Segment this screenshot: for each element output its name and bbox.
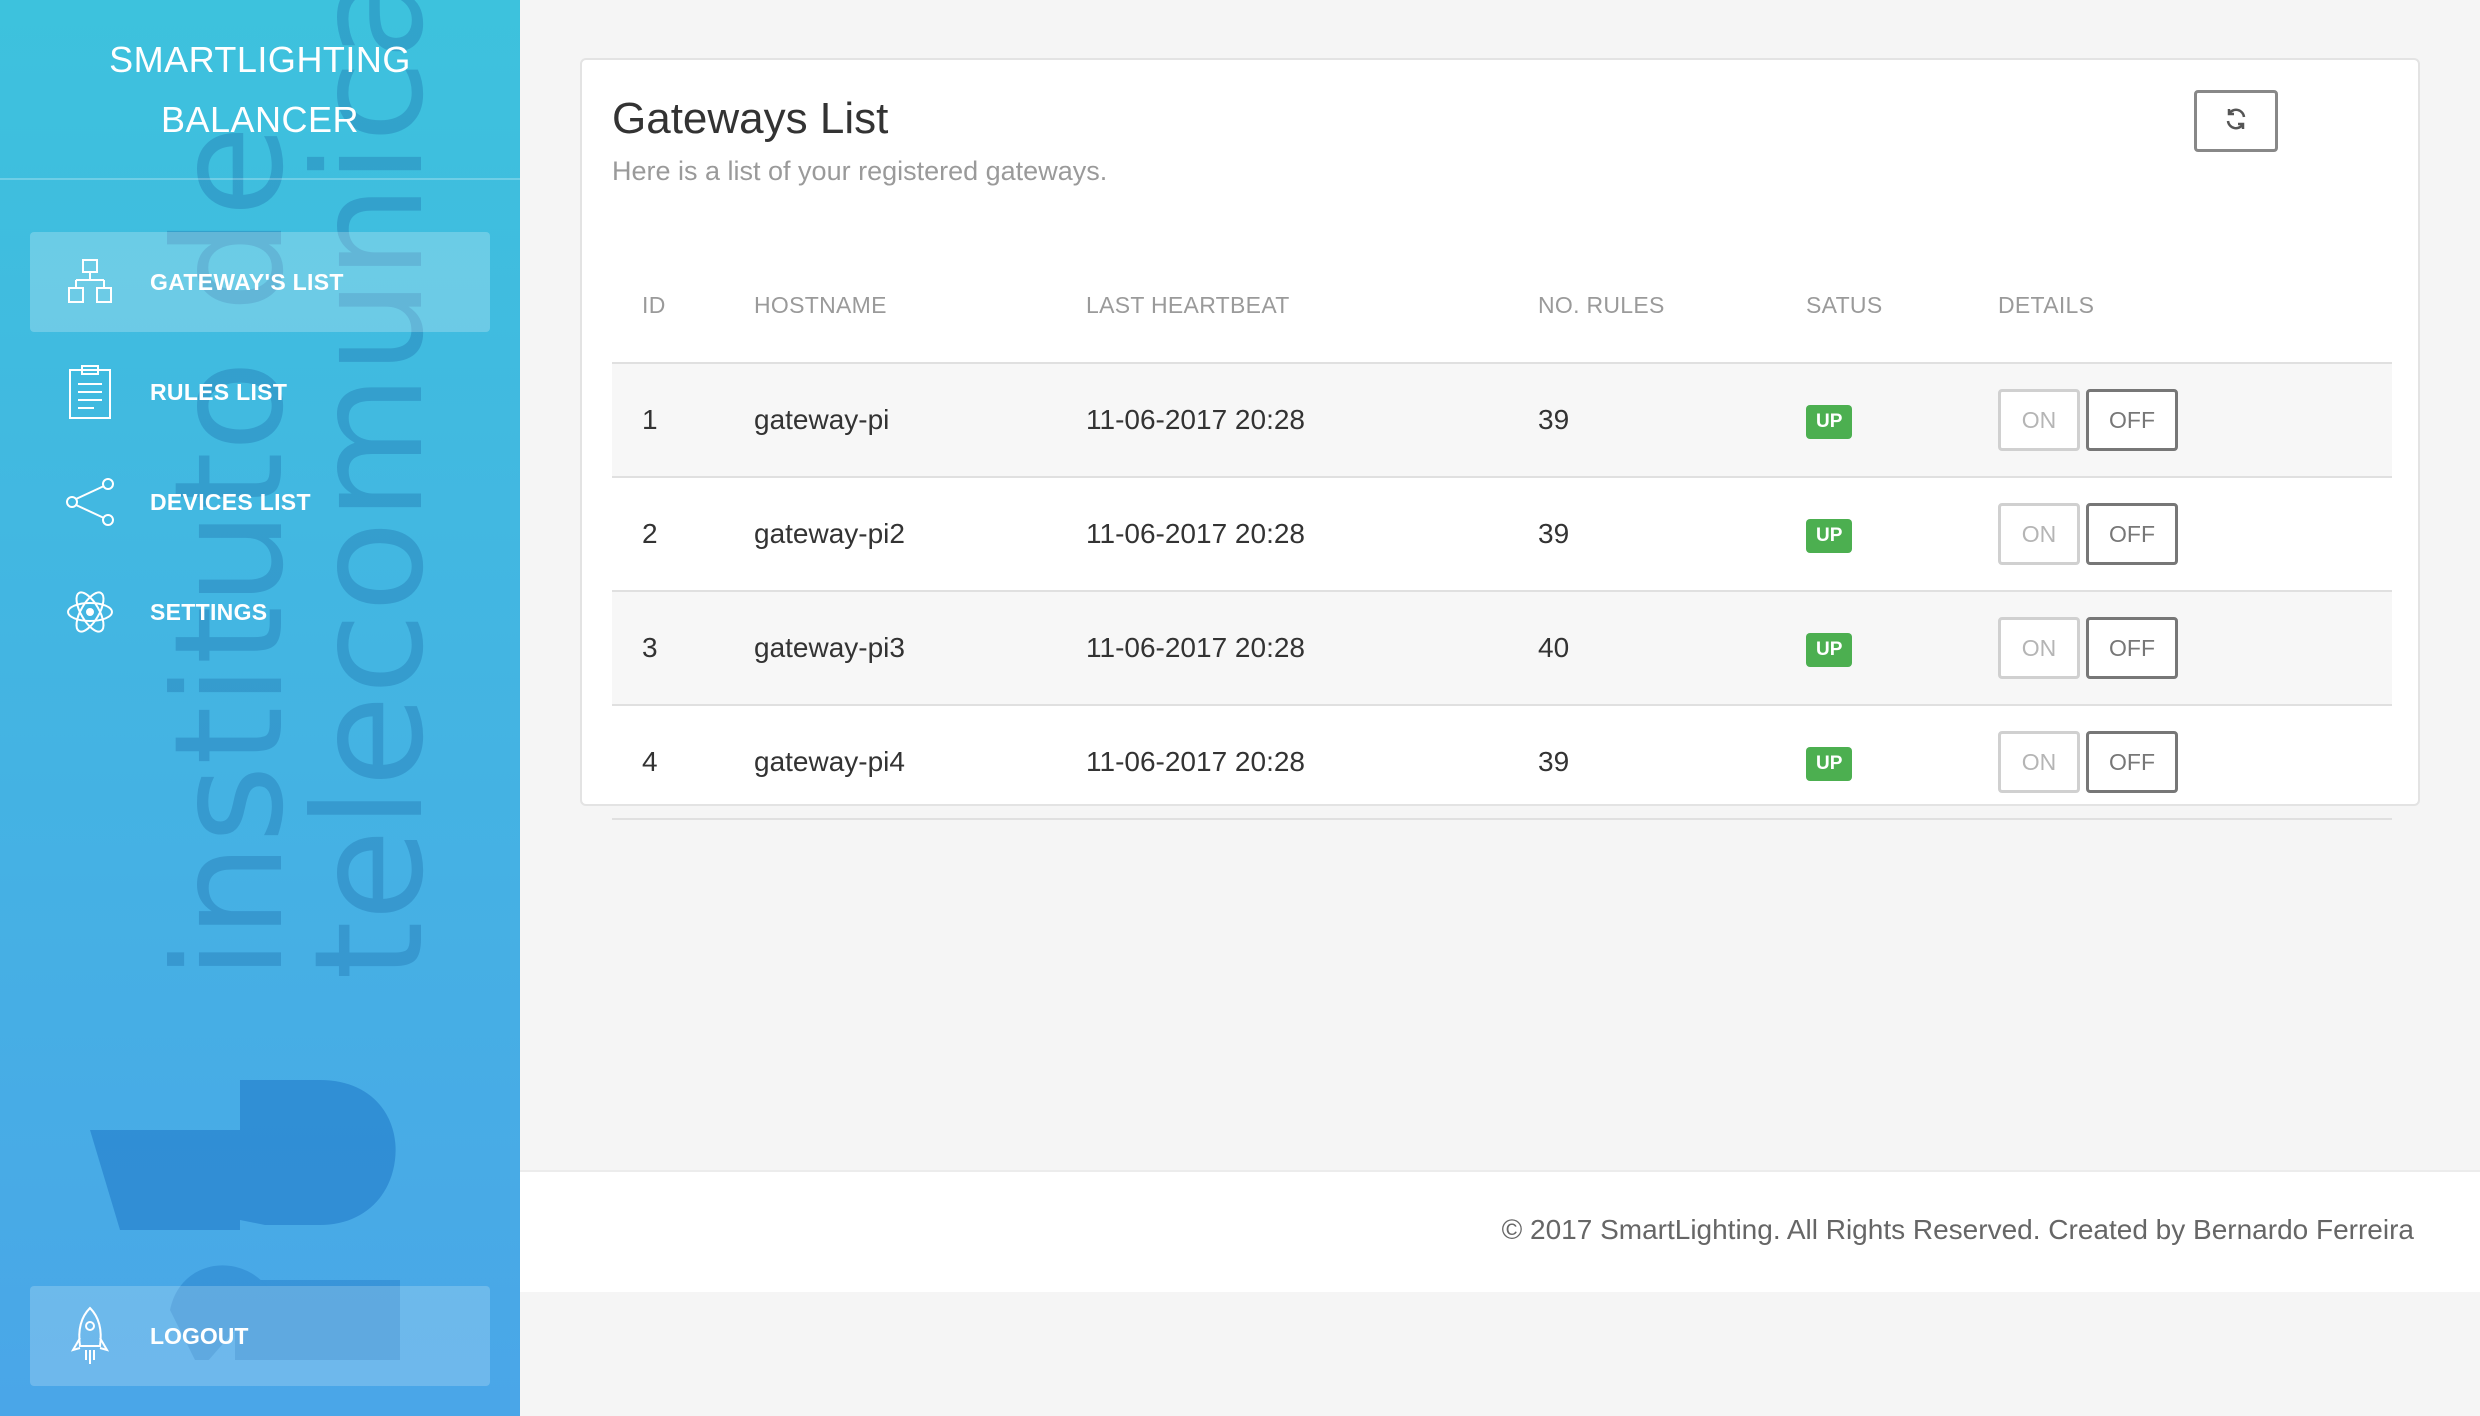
table-header-row: ID HOSTNAME LAST HEARTBEAT NO. RULES SAT… [612,280,2392,364]
cell-heartbeat: 11-06-2017 20:28 [1086,705,1538,820]
atom-icon [60,582,120,642]
cell-id: 3 [612,591,754,706]
clipboard-icon [60,362,120,422]
cell-heartbeat: 11-06-2017 20:28 [1086,591,1538,706]
cell-hostname: gateway-pi2 [754,477,1086,592]
cell-status: UP [1806,477,1998,592]
cell-id: 1 [612,363,754,478]
on-button[interactable]: ON [1998,731,2080,793]
brand-line-2: BALANCER [160,99,360,140]
column-header-no-rules[interactable]: NO. RULES [1538,280,1806,364]
cell-rules: 39 [1538,477,1806,592]
refresh-icon [2224,107,2248,136]
column-header-status[interactable]: SATUS [1806,280,1998,364]
table-row: 4 gateway-pi4 11-06-2017 20:28 39 UP ON O… [612,705,2392,820]
column-header-details[interactable]: DETAILS [1998,280,2392,364]
cell-hostname: gateway-pi4 [754,705,1086,820]
cell-status: UP [1806,591,1998,706]
cell-rules: 39 [1538,705,1806,820]
footer-copyright: © 2017 SmartLighting. All Rights Reserve… [1501,1214,2414,1245]
gateways-card: Gateways List Here is a list of your reg… [580,58,2420,820]
status-badge: UP [1806,632,1853,667]
off-button[interactable]: OFF [2086,503,2178,565]
sidebar: instituto de telecomunicações SMARTLIGHT… [0,0,520,1416]
column-header-id[interactable]: ID [612,280,754,364]
sidebar-item-devices[interactable]: DEVICES LIST [30,452,490,552]
cell-rules: 40 [1538,591,1806,706]
sidebar-item-label: DEVICES LIST [150,488,311,515]
on-button[interactable]: ON [1998,389,2080,451]
gateways-table: ID HOSTNAME LAST HEARTBEAT NO. RULES SAT… [612,280,2392,820]
cell-details: ON OFF [1998,363,2392,478]
table-row: 2 gateway-pi2 11-06-2017 20:28 39 UP ON O… [612,477,2392,592]
page-subtitle: Here is a list of your registered gatewa… [612,156,1108,186]
cell-details: ON OFF [1998,705,2392,820]
cell-heartbeat: 11-06-2017 20:28 [1086,477,1538,592]
table-row: 3 gateway-pi3 11-06-2017 20:28 40 UP ON O… [612,591,2392,706]
cell-rules: 39 [1538,363,1806,478]
cell-details: ON OFF [1998,477,2392,592]
status-badge: UP [1806,518,1853,553]
cell-details: ON OFF [1998,591,2392,706]
sidebar-item-label: RULES LIST [150,378,288,405]
share-icon [60,472,120,532]
sidebar-item-gateways[interactable]: GATEWAY'S LIST [30,232,490,332]
sidebar-item-settings[interactable]: SETTINGS [30,562,490,662]
brand-line-1: SMARTLIGHTING [109,39,411,80]
sidebar-item-rules[interactable]: RULES LIST [30,342,490,442]
brand-title[interactable]: SMARTLIGHTING BALANCER [0,0,520,180]
sitemap-icon [60,252,120,312]
status-badge: UP [1806,746,1853,781]
logout-button[interactable]: LOGOUT [30,1286,490,1386]
cell-id: 2 [612,477,754,592]
column-header-last-heartbeat[interactable]: LAST HEARTBEAT [1086,280,1538,364]
off-button[interactable]: OFF [2086,389,2178,451]
on-button[interactable]: ON [1998,503,2080,565]
cell-hostname: gateway-pi3 [754,591,1086,706]
table-row: 1 gateway-pi 11-06-2017 20:28 39 UP ON OF… [612,363,2392,478]
sidebar-item-label: GATEWAY'S LIST [150,268,344,295]
off-button[interactable]: OFF [2086,617,2178,679]
sidebar-item-label: SETTINGS [150,598,268,625]
off-button[interactable]: OFF [2086,731,2178,793]
status-badge: UP [1806,404,1853,439]
refresh-button[interactable] [2194,90,2278,152]
cell-hostname: gateway-pi [754,363,1086,478]
cell-id: 4 [612,705,754,820]
rocket-icon [60,1306,120,1366]
logout-label: LOGOUT [150,1322,249,1349]
footer: © 2017 SmartLighting. All Rights Reserve… [520,1170,2480,1292]
sidebar-nav: GATEWAY'S LIST RULES LIST DEVICES LIST S… [30,232,490,672]
cell-heartbeat: 11-06-2017 20:28 [1086,363,1538,478]
on-button[interactable]: ON [1998,617,2080,679]
cell-status: UP [1806,363,1998,478]
column-header-hostname[interactable]: HOSTNAME [754,280,1086,364]
cell-status: UP [1806,705,1998,820]
page-title: Gateways List [612,94,889,143]
